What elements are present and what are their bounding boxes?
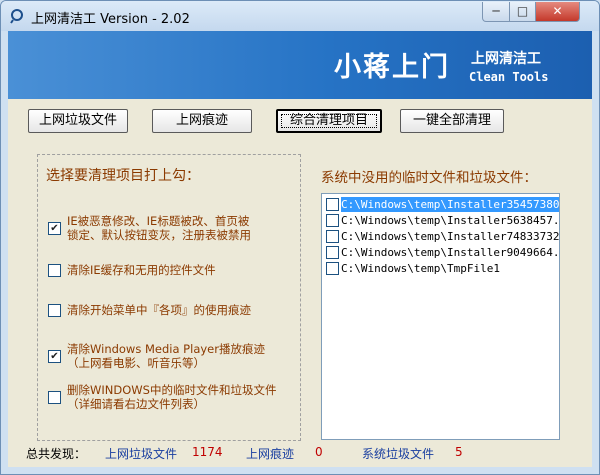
status-traces-label: 上网痕迹 (246, 447, 295, 461)
status-traces-count: 0 (315, 445, 323, 459)
junk-files-button-label: 上网垃圾文件 (38, 113, 117, 128)
option-label: 清除Windows Media Player播放痕迹 (67, 342, 265, 356)
file-checkbox[interactable] (326, 246, 339, 259)
title-bar[interactable]: 上网清洁工 Version - 2.02 ─ □ ✕ (1, 1, 599, 31)
minimize-button[interactable]: ─ (482, 2, 510, 22)
focus-rect (281, 114, 377, 128)
client-area: 小蒋上门 上网清洁工 Clean Tools 上网垃圾文件 上网痕迹 综合清理项… (8, 31, 592, 467)
maximize-button[interactable]: □ (509, 2, 536, 22)
file-checkbox[interactable] (326, 198, 339, 211)
file-path: C:\Windows\temp\Installer9049664. (341, 246, 560, 259)
file-list-title: 系统中没用的临时文件和垃圾文件： (321, 170, 537, 186)
window-title: 上网清洁工 Version - 2.02 (31, 12, 190, 27)
app-icon (10, 9, 23, 24)
banner-product-en: Clean Tools (469, 70, 549, 84)
option-label: IE被恶意修改、IE标题被改、首页被 (67, 214, 250, 228)
option-label-line2: （详细请看右边文件列表） (67, 397, 205, 411)
option-ie-hijack-checkbox[interactable]: ✔ (48, 222, 61, 235)
file-path: C:\Windows\temp\TmpFile1 (341, 262, 500, 275)
status-total-label: 总共发现： (26, 447, 87, 461)
traces-button-label: 上网痕迹 (175, 113, 228, 128)
options-group: 选择要清理项目打上勾： ✔ IE被恶意修改、IE标题被改、首页被 锁定、默认按钮… (37, 154, 301, 441)
file-list-item[interactable]: C:\Windows\temp\Installer9049664. (325, 245, 560, 260)
file-checkbox[interactable] (326, 230, 339, 243)
file-path: C:\Windows\temp\Installer5638457. (341, 214, 560, 227)
file-list-item[interactable]: C:\Windows\temp\Installer74833732 (325, 229, 560, 244)
option-windows-temp-checkbox[interactable] (48, 391, 61, 404)
banner-product-cn: 上网清洁工 (471, 51, 541, 67)
status-junk-label: 上网垃圾文件 (105, 447, 178, 461)
file-path: C:\Windows\temp\Installer74833732 (341, 230, 560, 243)
banner: 小蒋上门 上网清洁工 Clean Tools (8, 31, 592, 99)
status-system-label: 系统垃圾文件 (362, 447, 435, 461)
app-window: 上网清洁工 Version - 2.02 ─ □ ✕ 小蒋上门 上网清洁工 Cl… (0, 0, 600, 475)
junk-files-button[interactable]: 上网垃圾文件 (28, 109, 128, 133)
clean-all-button-label: 一键全部清理 (412, 113, 491, 128)
options-title: 选择要清理项目打上勾： (46, 168, 200, 184)
option-label-line2: （上网看电影、听音乐等） (67, 356, 205, 370)
banner-headline: 小蒋上门 (334, 52, 450, 83)
option-start-menu-checkbox[interactable] (48, 304, 61, 317)
file-list-item[interactable]: C:\Windows\temp\Installer5638457. (325, 213, 560, 228)
option-label: 清除IE缓存和无用的控件文件 (67, 263, 216, 277)
option-ie-cache-checkbox[interactable] (48, 264, 61, 277)
file-checkbox[interactable] (326, 214, 339, 227)
file-list[interactable]: C:\Windows\temp\Installer35457380 C:\Win… (321, 193, 560, 440)
close-button[interactable]: ✕ (535, 2, 580, 22)
file-list-item[interactable]: C:\Windows\temp\TmpFile1 (325, 261, 559, 276)
option-label: 清除开始菜单中『各项』的使用痕迹 (67, 303, 251, 317)
file-list-item[interactable]: C:\Windows\temp\Installer35457380 (325, 197, 560, 212)
option-label-line2: 锁定、默认按钮变灰，注册表被禁用 (67, 228, 251, 242)
status-junk-count: 1174 (192, 445, 223, 459)
traces-button[interactable]: 上网痕迹 (152, 109, 252, 133)
file-path: C:\Windows\temp\Installer35457380 (341, 197, 560, 212)
combined-clean-button[interactable]: 综合清理项目 (276, 109, 382, 133)
option-media-player-checkbox[interactable]: ✔ (48, 350, 61, 363)
clean-all-button[interactable]: 一键全部清理 (400, 109, 504, 133)
option-label: 删除WINDOWS中的临时文件和垃圾文件 (67, 383, 277, 397)
status-system-count: 5 (455, 445, 463, 459)
file-checkbox[interactable] (326, 262, 339, 275)
